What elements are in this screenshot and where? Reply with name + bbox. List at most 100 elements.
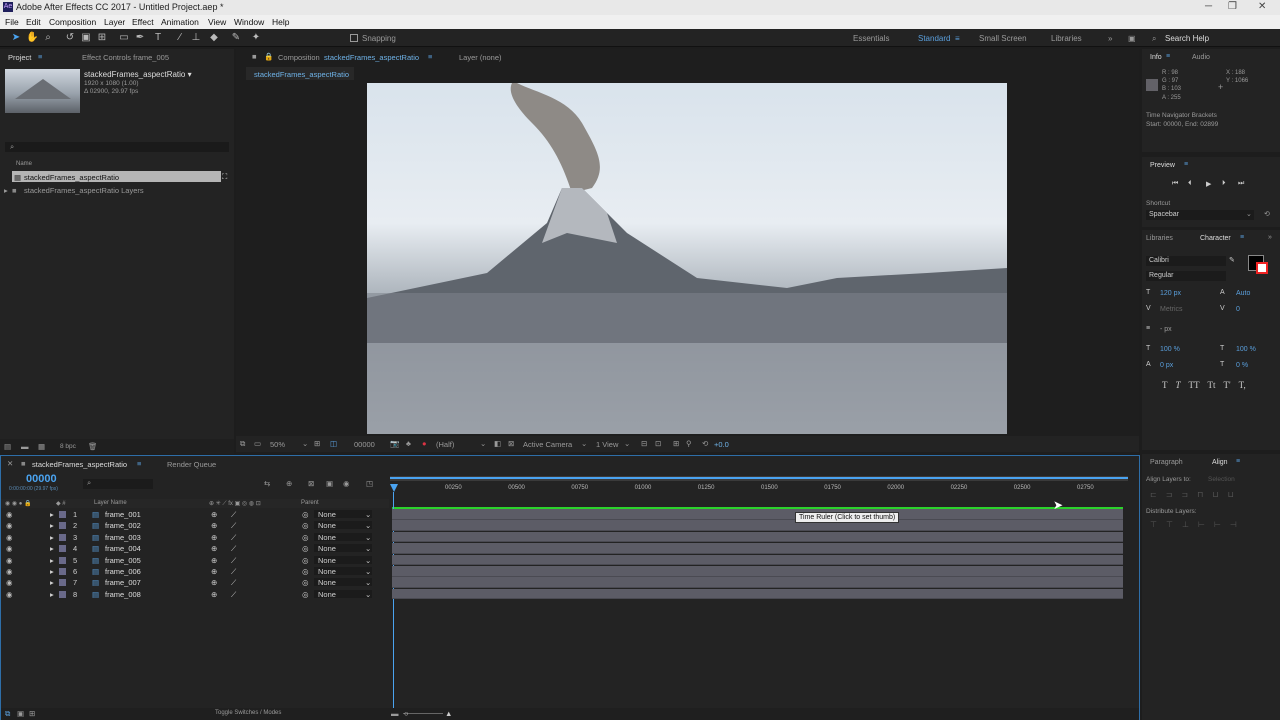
monitor-icon[interactable]: ▭ bbox=[254, 439, 261, 448]
brush-tool-icon[interactable]: ∕ bbox=[174, 32, 186, 44]
mask-tool-icon[interactable]: ▭ bbox=[118, 32, 130, 44]
tracking-value[interactable]: 0 bbox=[1236, 306, 1240, 313]
pan-behind-tool-icon[interactable]: ⊞ bbox=[96, 32, 108, 44]
menu-layer[interactable]: Layer bbox=[104, 17, 125, 27]
comp-lock-icon[interactable]: 🔒 bbox=[264, 52, 273, 61]
layer-row[interactable]: ◉ ▸ 8 ▤ frame_008 ⊕ ⟋ ◎ None ⌄ bbox=[1, 589, 389, 600]
layer-row[interactable]: ◉ ▸ 4 ▤ frame_004 ⊕ ⟋ ◎ None ⌄ bbox=[1, 543, 389, 554]
superscript-button[interactable]: T' bbox=[1224, 380, 1231, 390]
camera-dropdown-icon[interactable]: ⌄ bbox=[581, 439, 587, 448]
distribute-bottom-icon[interactable]: ⊥ bbox=[1182, 520, 1189, 529]
paragraph-tab[interactable]: Paragraph bbox=[1150, 459, 1183, 466]
layer-expand-icon[interactable]: ▸ bbox=[50, 510, 54, 519]
preview-tab[interactable]: Preview bbox=[1150, 162, 1175, 169]
visibility-eye-icon[interactable]: ◉ bbox=[6, 521, 13, 530]
faux-italic-button[interactable]: T bbox=[1176, 380, 1181, 390]
snapshot-icon[interactable]: 📷 bbox=[390, 439, 399, 448]
region-of-interest-icon[interactable]: ◧ bbox=[494, 439, 501, 448]
reset-shortcut-icon[interactable]: ⟲ bbox=[1264, 210, 1270, 218]
flow-icon[interactable]: ⛶ bbox=[222, 172, 227, 182]
align-menu-icon[interactable]: ≡ bbox=[1236, 458, 1240, 465]
quality-switch-icon[interactable]: ⟋ bbox=[231, 510, 236, 520]
font-family-select[interactable]: Calibri bbox=[1146, 256, 1226, 266]
name-column-header[interactable]: Name bbox=[16, 161, 32, 167]
distribute-right-icon[interactable]: ⊣ bbox=[1230, 520, 1237, 529]
layer-name[interactable]: frame_001 bbox=[105, 510, 141, 519]
puppet-tool-icon[interactable]: ✦ bbox=[250, 32, 262, 44]
roto-tool-icon[interactable]: ✎ bbox=[230, 32, 242, 44]
visibility-eye-icon[interactable]: ◉ bbox=[6, 556, 13, 565]
timeline-tab[interactable]: stackedFrames_aspectRatio bbox=[32, 460, 127, 469]
pickwhip-icon[interactable]: ◎ bbox=[302, 556, 309, 565]
clone-tool-icon[interactable]: ⊥ bbox=[190, 32, 202, 44]
comp-mini-flowchart-icon[interactable]: ⇆ bbox=[264, 479, 270, 488]
layer-row[interactable]: ◉ ▸ 2 ▤ frame_002 ⊕ ⟋ ◎ None ⌄ bbox=[1, 520, 389, 531]
transparency-grid-icon[interactable]: ⊠ bbox=[508, 439, 514, 448]
menu-window[interactable]: Window bbox=[234, 17, 264, 27]
timeline-current-time[interactable]: 00000 bbox=[26, 473, 57, 485]
shy-switch-icon[interactable]: ⊕ bbox=[211, 578, 217, 587]
distribute-vcenter-icon[interactable]: ⊤ bbox=[1166, 520, 1173, 529]
font-style-select[interactable]: Regular bbox=[1146, 271, 1226, 281]
eraser-tool-icon[interactable]: ◆ bbox=[208, 32, 220, 44]
frame-blending-icon[interactable]: ▣ bbox=[326, 479, 333, 488]
layer-name[interactable]: frame_002 bbox=[105, 521, 141, 530]
project-tab[interactable]: Project bbox=[8, 53, 31, 62]
layer-name[interactable]: frame_008 bbox=[105, 590, 141, 599]
subscript-button[interactable]: T, bbox=[1239, 380, 1246, 390]
minimize-icon[interactable]: ─ bbox=[1205, 1, 1212, 12]
project-item-name[interactable]: stackedFrames_aspectRatio ▾ bbox=[84, 70, 192, 79]
kerning-value[interactable]: Metrics bbox=[1160, 306, 1183, 313]
first-frame-icon[interactable]: ⏮ bbox=[1172, 180, 1178, 188]
menu-view[interactable]: View bbox=[208, 17, 226, 27]
zoom-slider[interactable] bbox=[403, 713, 443, 714]
effect-controls-tab[interactable]: Effect Controls frame_005 bbox=[82, 53, 169, 62]
info-tab[interactable]: Info bbox=[1150, 54, 1162, 61]
current-time-display[interactable]: 00000 bbox=[354, 440, 375, 449]
shy-switch-icon[interactable]: ⊕ bbox=[211, 590, 217, 599]
menu-file[interactable]: File bbox=[5, 17, 19, 27]
layer-label-color[interactable] bbox=[59, 522, 66, 530]
layer-label-color[interactable] bbox=[59, 545, 66, 553]
resolution-dropdown-icon[interactable]: ⌄ bbox=[480, 439, 486, 448]
workspace-essentials[interactable]: Essentials bbox=[853, 34, 889, 43]
stroke-width-value[interactable]: - px bbox=[1160, 326, 1172, 333]
preview-menu-icon[interactable]: ≡ bbox=[1184, 161, 1188, 168]
align-left-icon[interactable]: ⊏ bbox=[1150, 490, 1157, 499]
shy-switch-icon[interactable]: ⊕ bbox=[211, 510, 217, 519]
maximize-icon[interactable]: ❐ bbox=[1228, 1, 1237, 12]
camera-select[interactable]: Active Camera bbox=[523, 440, 572, 449]
timeline-menu-icon[interactable]: ≡ bbox=[137, 459, 141, 468]
composition-tab-name[interactable]: stackedFrames_aspectRatio bbox=[324, 53, 419, 62]
menu-help[interactable]: Help bbox=[272, 17, 289, 27]
layer-name[interactable]: frame_006 bbox=[105, 567, 141, 576]
visibility-eye-icon[interactable]: ◉ bbox=[6, 578, 13, 587]
project-menu-icon[interactable]: ≡ bbox=[38, 52, 42, 61]
layer-duration-bar[interactable] bbox=[392, 531, 1123, 543]
zoom-tool-icon[interactable]: ⌕ bbox=[42, 32, 54, 44]
zoom-in-icon[interactable]: ▲ bbox=[445, 709, 452, 718]
stroke-color-swatch[interactable] bbox=[1256, 262, 1268, 274]
distribute-left-icon[interactable]: ⊢ bbox=[1198, 520, 1205, 529]
layer-expand-icon[interactable]: ▸ bbox=[50, 521, 54, 530]
layer-expand-icon[interactable]: ▸ bbox=[50, 556, 54, 565]
menu-effect[interactable]: Effect bbox=[132, 17, 154, 27]
timeline-icon[interactable]: ⊞ bbox=[673, 439, 679, 448]
character-more-icon[interactable]: » bbox=[1268, 234, 1272, 241]
small-caps-button[interactable]: Tt bbox=[1208, 380, 1216, 390]
layer-expand-icon[interactable]: ▸ bbox=[50, 544, 54, 553]
trash-icon[interactable]: 🗑 bbox=[88, 442, 98, 451]
exposure-value[interactable]: +0.0 bbox=[714, 440, 729, 449]
layer-tab[interactable]: Layer (none) bbox=[459, 53, 502, 62]
timeline-close-icon[interactable]: ✕ bbox=[7, 459, 13, 468]
pickwhip-icon[interactable]: ◎ bbox=[302, 510, 309, 519]
prev-frame-icon[interactable]: ⏴ bbox=[1188, 180, 1192, 188]
mask-visibility-icon[interactable]: ◫ bbox=[330, 439, 337, 448]
close-icon[interactable]: ✕ bbox=[1258, 1, 1266, 12]
new-comp-icon[interactable]: ▦ bbox=[38, 442, 45, 451]
fast-preview-icon[interactable]: ⊡ bbox=[655, 439, 661, 448]
last-frame-icon[interactable]: ⏭ bbox=[1238, 180, 1244, 188]
search-help-input[interactable]: Search Help bbox=[1165, 34, 1209, 43]
parent-header[interactable]: Parent bbox=[301, 500, 319, 506]
layer-row[interactable]: ◉ ▸ 7 ▤ frame_007 ⊕ ⟋ ◎ None ⌄ bbox=[1, 577, 389, 588]
